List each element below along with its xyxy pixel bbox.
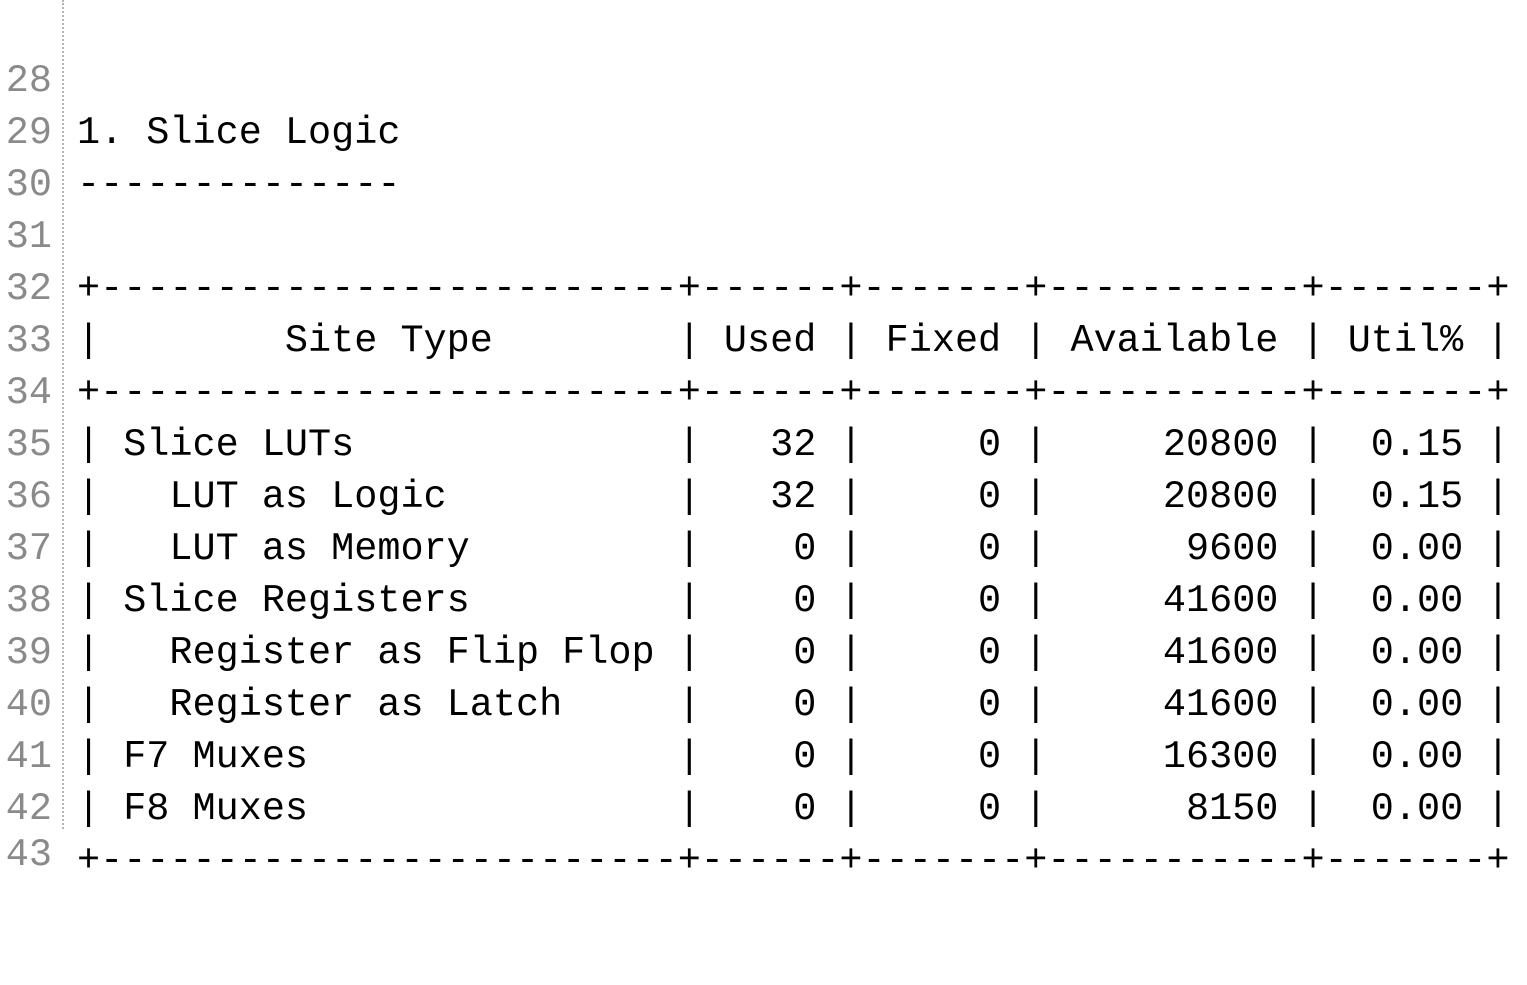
editor-line[interactable]: 39 | Register as Latch | 0 | 0 | 41600 |… bbox=[0, 575, 1527, 727]
editor-line[interactable]: 33 +-------------------------+------+---… bbox=[0, 263, 1527, 415]
line-text[interactable]: +-------------------------+------+------… bbox=[77, 835, 1509, 887]
editor-line[interactable]: 40 | F7 Muxes | 0 | 0 | 16300 | 0.00 | bbox=[0, 627, 1527, 779]
editor-line[interactable]: 30 bbox=[0, 107, 1527, 207]
editor-line[interactable]: 32 | Site Type | Used | Fixed | Availabl… bbox=[0, 211, 1527, 363]
editor-line[interactable]: 42 +-------------------------+------+---… bbox=[0, 731, 1527, 883]
editor-line[interactable]: 37 | Slice Registers | 0 | 0 | 41600 | 0… bbox=[0, 471, 1527, 623]
editor-line[interactable]: 38 | Register as Flip Flop | 0 | 0 | 416… bbox=[0, 523, 1527, 675]
editor-line[interactable]: 43 bbox=[0, 777, 1527, 877]
editor-line[interactable]: 34 | Slice LUTs | 32 | 0 | 20800 | 0.15 … bbox=[0, 315, 1527, 467]
editor-line[interactable]: 29 -------------- bbox=[0, 55, 1527, 207]
editor-line[interactable]: 31 +-------------------------+------+---… bbox=[0, 159, 1527, 311]
editor-line[interactable]: 35 | LUT as Logic | 32 | 0 | 20800 | 0.1… bbox=[0, 367, 1527, 519]
editor-line[interactable]: 28 1. Slice Logic bbox=[0, 3, 1527, 155]
editor-line[interactable]: 36 | LUT as Memory | 0 | 0 | 9600 | 0.00… bbox=[0, 419, 1527, 571]
editor-line[interactable]: 41 | F8 Muxes | 0 | 0 | 8150 | 0.00 | bbox=[0, 679, 1527, 831]
text-editor[interactable]: 28 1. Slice Logic 29 -------------- 30 3… bbox=[0, 0, 1527, 883]
line-number: 43 bbox=[5, 833, 52, 877]
